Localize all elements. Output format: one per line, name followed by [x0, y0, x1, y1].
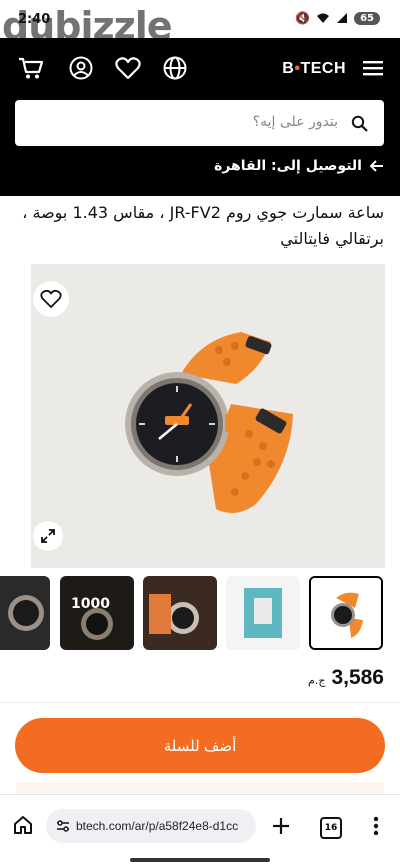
thumbnail[interactable]: 1000	[60, 576, 134, 650]
thumbnail[interactable]	[143, 576, 217, 650]
address-bar[interactable]: btech.com/ar/p/a58f24e8-d1cc	[46, 809, 256, 843]
logo-part: TECH	[300, 60, 346, 77]
product-title: ساعة سمارت جوي روم JR-FV2 ، مقاس 1.43 بو…	[22, 203, 384, 248]
menu-icon[interactable]	[360, 55, 386, 81]
tune-icon[interactable]	[56, 820, 70, 832]
signal-icon	[337, 13, 348, 23]
status-time: 2:40	[18, 12, 51, 27]
price-currency: ج.م	[308, 674, 326, 687]
home-icon[interactable]	[13, 815, 33, 835]
site-logo[interactable]: B•TECH	[282, 60, 346, 78]
battery-badge: 65	[354, 11, 380, 25]
search-icon[interactable]	[351, 115, 368, 132]
delivery-location[interactable]: التوصيل إلى: القاهرة	[214, 158, 384, 174]
add-to-cart-button[interactable]: أضف للسلة	[15, 718, 385, 773]
watch-image	[125, 332, 293, 513]
thumbnail[interactable]	[0, 576, 50, 650]
favorite-icon	[40, 289, 62, 308]
thumbnail-text: 1000	[71, 596, 110, 612]
logo-part: B	[282, 60, 295, 77]
thumbnail-strip: 1000	[0, 576, 400, 652]
thumbnail-active[interactable]	[309, 576, 383, 650]
url-text: btech.com/ar/p/a58f24e8-d1cc	[76, 819, 239, 833]
site-header: B•TECH بتدور على إيه؟ التوصيل إلى: القاه…	[0, 38, 400, 196]
more-icon[interactable]	[373, 816, 379, 836]
price-amount: 3,586	[331, 666, 384, 689]
search-bar[interactable]: بتدور على إيه؟	[15, 100, 384, 146]
browser-toolbar: btech.com/ar/p/a58f24e8-d1cc 16	[0, 794, 400, 867]
account-icon[interactable]	[68, 55, 94, 81]
expand-button[interactable]	[33, 521, 63, 551]
favorite-button[interactable]	[33, 281, 69, 317]
status-bar: dubizzle 2:40 🔇 65	[0, 0, 400, 48]
divider	[0, 702, 400, 703]
plus-icon[interactable]	[272, 817, 290, 835]
arrow-left-icon	[370, 160, 383, 172]
status-icons: 🔇 65	[295, 11, 380, 25]
globe-icon[interactable]	[162, 55, 188, 81]
tab-switcher[interactable]: 16	[320, 817, 342, 839]
product-image[interactable]	[31, 264, 385, 568]
gesture-bar	[130, 858, 270, 862]
section-peek	[16, 782, 384, 794]
thumbnail[interactable]	[226, 576, 300, 650]
expand-icon	[41, 529, 55, 543]
wifi-icon	[317, 13, 330, 23]
cart-icon[interactable]	[18, 55, 44, 81]
delivery-label: التوصيل إلى: القاهرة	[214, 158, 362, 174]
price: ج.م 3,586	[308, 666, 384, 690]
search-input[interactable]: بتدور على إيه؟	[253, 114, 338, 130]
mute-icon: 🔇	[295, 11, 311, 25]
heart-icon[interactable]	[115, 55, 141, 81]
